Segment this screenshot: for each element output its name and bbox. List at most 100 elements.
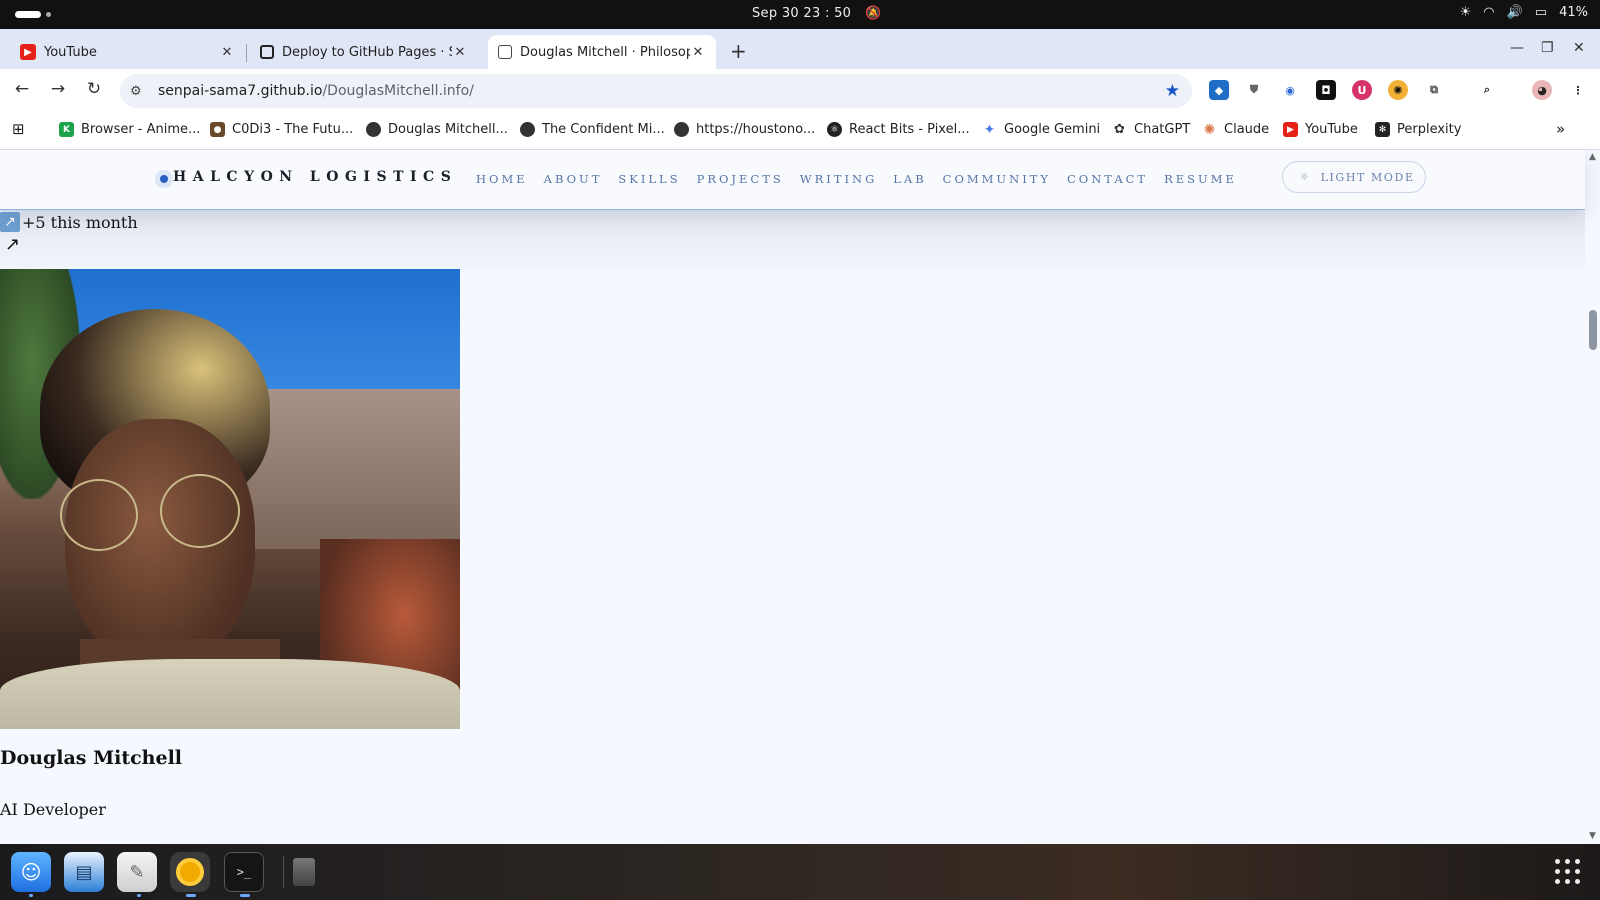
nav-link-lab[interactable]: LAB [893, 172, 926, 186]
tab-douglas-mitchell[interactable]: Douglas Mitchell · Philosop ✕ [488, 35, 716, 69]
minimize-icon[interactable]: — [1510, 40, 1524, 56]
perplexity-icon: ✻ [1375, 122, 1390, 137]
gemini-icon: ✦ [983, 121, 996, 138]
sun-icon: ☼ [1300, 171, 1311, 183]
battery-icon: ▭ [1534, 5, 1548, 20]
trash-icon[interactable] [284, 852, 324, 892]
system-clock[interactable]: Sep 30 23 : 50 [752, 6, 851, 21]
youtube-icon: ▶ [1283, 122, 1298, 137]
scrollbar[interactable] [1585, 150, 1600, 844]
terminal-icon[interactable]: >_ [224, 852, 264, 892]
site-logo[interactable]: HALCYON LOGISTICS [173, 169, 457, 185]
close-tab-icon[interactable]: ✕ [219, 45, 235, 60]
bookmark-item[interactable]: K Browser - Anime... [59, 122, 200, 137]
profile-photo [0, 269, 460, 729]
notes-icon[interactable]: ✎ [117, 852, 157, 892]
claude-icon: ✺ [1203, 121, 1216, 138]
more-bookmarks-icon[interactable]: » [1556, 120, 1565, 138]
nav-link-resume[interactable]: RESUME [1164, 172, 1237, 186]
browser-toolbar: ← → ↻ ⚙ senpai-sama7.github.io/DouglasMi… [0, 69, 1600, 113]
bookmark-item[interactable]: The Confident Mi... [520, 122, 665, 137]
close-window-icon[interactable]: ✕ [1573, 40, 1585, 56]
scroll-down-icon[interactable]: ▼ [1589, 831, 1596, 841]
github-icon [260, 45, 274, 59]
profile-avatar[interactable]: ◕ [1532, 80, 1552, 100]
bookmark-item[interactable]: ✺ Claude [1202, 121, 1270, 138]
finder-icon[interactable]: ☺ [11, 852, 51, 892]
wifi-icon: ◠ [1483, 5, 1495, 20]
person-favicon-icon: ● [210, 122, 225, 137]
url-text[interactable]: senpai-sama7.github.io/DouglasMitchell.i… [158, 83, 474, 99]
bookmark-item[interactable]: https://houstono... [674, 122, 815, 137]
shield-extension-icon[interactable]: ⛊ [1244, 80, 1264, 100]
bookmark-item[interactable]: ✻ Perplexity [1375, 122, 1461, 137]
tab-title: YouTube [44, 44, 97, 60]
extensions-puzzle-icon[interactable]: ⧉ [1424, 80, 1444, 100]
lock-extension-icon[interactable]: ◘ [1316, 80, 1336, 100]
chrome-browser-icon[interactable] [170, 852, 210, 892]
system-tray[interactable]: ☀ ◠ 🔊 ▭ 41% [1460, 5, 1588, 20]
nav-link-about[interactable]: ABOUT [544, 172, 603, 186]
menu-kebab-icon[interactable]: ⋮ [1568, 80, 1588, 100]
apps-grid-icon[interactable]: ⊞ [12, 120, 25, 138]
volume-icon: 🔊 [1506, 5, 1523, 20]
battery-percent: 41% [1559, 5, 1588, 20]
light-mode-toggle[interactable]: ☼ LIGHT MODE [1282, 161, 1426, 193]
bookmark-item[interactable]: ✦ Google Gemini [982, 121, 1101, 138]
browser-chrome: ▶ YouTube ✕ Deploy to GitHub Pages · Se … [0, 29, 1600, 150]
site-info-icon[interactable]: ⚙ [130, 84, 146, 99]
scroll-up-icon[interactable]: ▲ [1589, 152, 1596, 162]
external-link-icon[interactable]: ↗ [5, 234, 20, 255]
fingerprint-extension-icon[interactable]: ◉ [1280, 80, 1300, 100]
new-tab-button[interactable]: + [730, 39, 747, 63]
profile-role: AI Developer [0, 800, 106, 819]
workspace-dot [46, 12, 51, 17]
tab-github-pages[interactable]: Deploy to GitHub Pages · Se ✕ [248, 35, 478, 69]
tab-strip: ▶ YouTube ✕ Deploy to GitHub Pages · Se … [0, 29, 1600, 69]
globe-icon [520, 122, 535, 137]
bookmark-item[interactable]: ● C0Di3 - The Futu... [210, 122, 353, 137]
notifications-muted-icon: 🔕 [865, 6, 882, 21]
os-top-bar: Sep 30 23 : 50 🔕 ☀ ◠ 🔊 ▭ 41% [0, 0, 1600, 29]
react-icon: ⚛ [827, 122, 842, 137]
trend-text: +5 this month [22, 212, 138, 232]
sun-extension-icon[interactable]: ✺ [1388, 80, 1408, 100]
brightness-icon: ☀ [1459, 5, 1472, 20]
globe-icon [498, 45, 512, 59]
bookmark-favicon-icon: K [59, 122, 74, 137]
address-bar[interactable]: ⚙ senpai-sama7.github.io/DouglasMitchell… [120, 74, 1192, 108]
reload-icon[interactable]: ↻ [83, 79, 105, 99]
nav-link-home[interactable]: HOME [476, 172, 528, 186]
bookmark-item[interactable]: Douglas Mitchell... [366, 122, 508, 137]
back-icon[interactable]: ← [11, 79, 33, 99]
site-navbar: HALCYON LOGISTICS HOME ABOUT SKILLS PROJ… [0, 150, 1585, 210]
restore-icon[interactable]: ❐ [1541, 40, 1554, 56]
scrollbar-thumb[interactable] [1589, 310, 1597, 350]
tab-title: Deploy to GitHub Pages · Se [282, 44, 452, 60]
search-tabs-icon[interactable]: ⌕ [1477, 80, 1497, 100]
trend-stat: ↗ +5 this month [0, 212, 138, 232]
app-grid-icon[interactable] [1555, 859, 1581, 885]
text-editor-icon[interactable]: ▤ [64, 852, 104, 892]
globe-icon [674, 122, 689, 137]
nav-link-contact[interactable]: CONTACT [1067, 172, 1148, 186]
profile-name: Douglas Mitchell [0, 747, 183, 769]
logo-dot-icon [155, 170, 173, 188]
close-tab-icon[interactable]: ✕ [452, 45, 468, 60]
ublock-icon[interactable]: U [1352, 80, 1372, 100]
bookmark-item[interactable]: ⚛ React Bits - Pixel... [827, 122, 970, 137]
nav-link-skills[interactable]: SKILLS [618, 172, 680, 186]
nav-link-writing[interactable]: WRITING [800, 172, 877, 186]
nav-link-community[interactable]: COMMUNITY [943, 172, 1051, 186]
chatgpt-icon: ✿ [1114, 122, 1125, 137]
bookmark-item[interactable]: ✿ ChatGPT [1112, 122, 1190, 137]
bookmark-star-icon[interactable]: ★ [1165, 81, 1180, 101]
tab-youtube[interactable]: ▶ YouTube ✕ [0, 35, 245, 69]
forward-icon[interactable]: → [47, 79, 69, 99]
activities-indicator[interactable] [15, 11, 41, 18]
bookmark-item[interactable]: ▶ YouTube [1283, 122, 1358, 137]
extension-icon[interactable]: ◆ [1209, 80, 1229, 100]
close-tab-icon[interactable]: ✕ [690, 45, 706, 60]
nav-link-projects[interactable]: PROJECTS [697, 172, 784, 186]
taskbar-dock: ☺ ▤ ✎ >_ [0, 844, 1600, 900]
